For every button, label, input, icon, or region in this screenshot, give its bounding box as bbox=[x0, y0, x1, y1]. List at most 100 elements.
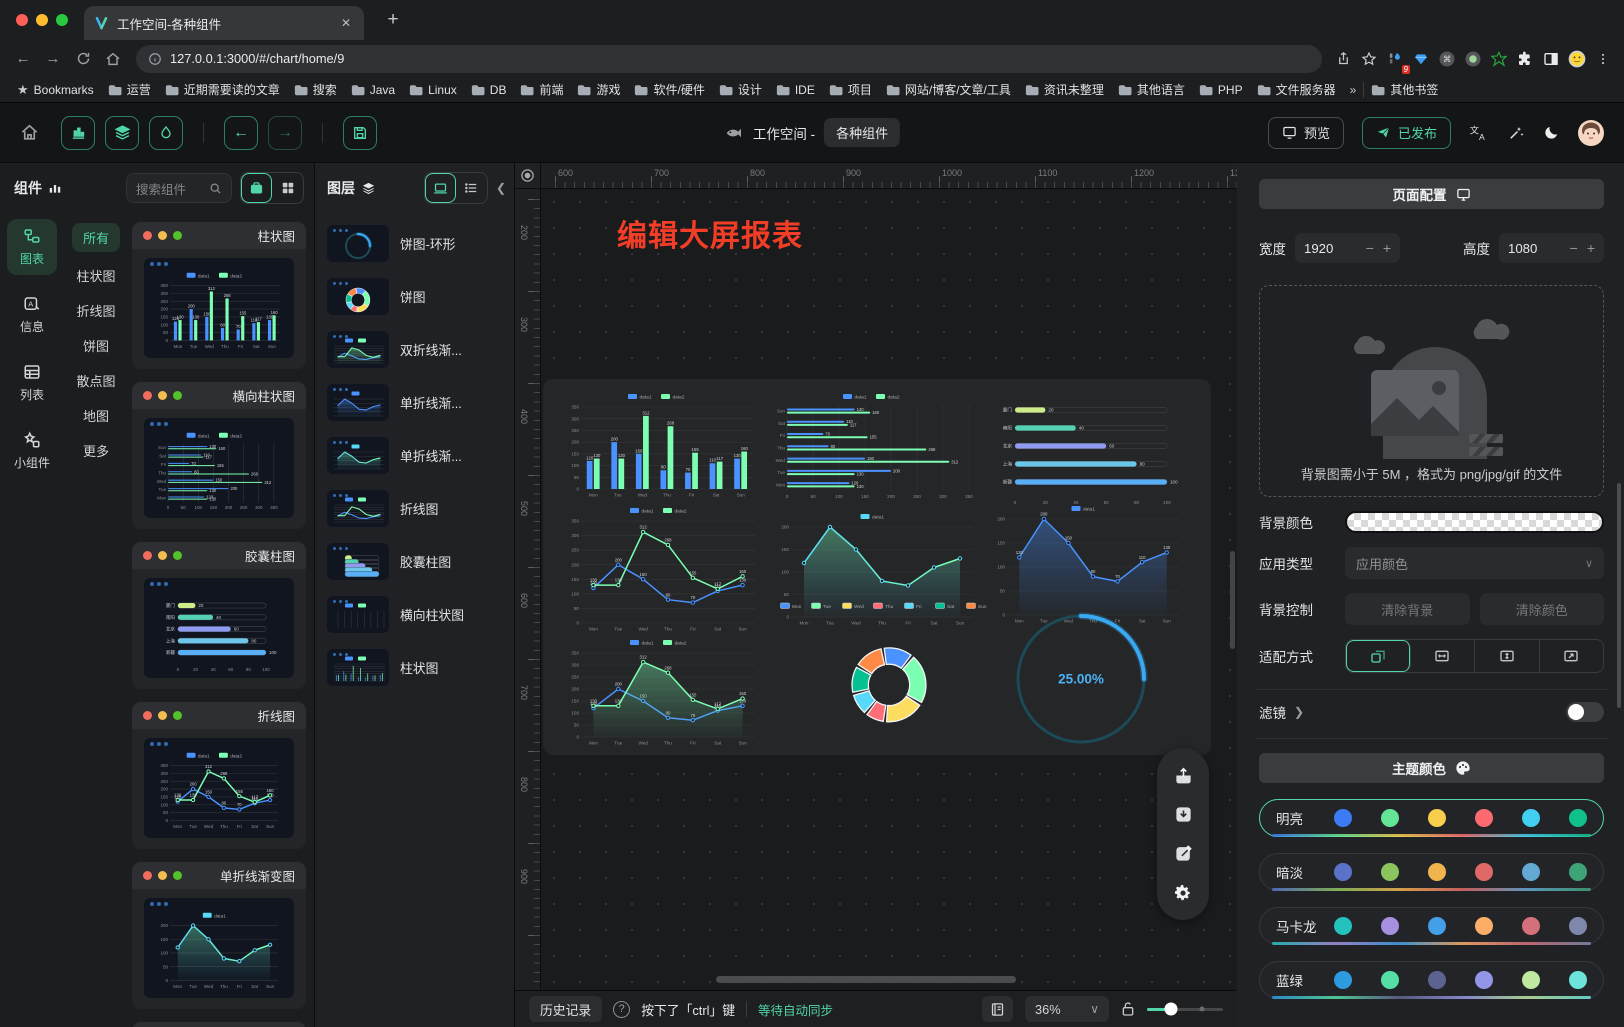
layer-item[interactable]: 双折线渐... bbox=[325, 331, 508, 368]
share-icon[interactable] bbox=[1330, 46, 1356, 72]
bookmarks-overflow[interactable]: » bbox=[1343, 81, 1364, 99]
help-icon[interactable]: ? bbox=[613, 1001, 630, 1018]
lock-icon[interactable] bbox=[1121, 1001, 1135, 1017]
vertical-scrollbar[interactable] bbox=[1230, 551, 1235, 649]
layer-thumbnail-view-toggle[interactable] bbox=[425, 173, 456, 203]
zoom-slider[interactable] bbox=[1147, 1008, 1223, 1011]
back-icon[interactable]: ← bbox=[8, 45, 38, 73]
component-card[interactable]: 单折线渐变图050100150200MonTueWedThuFriSatSund… bbox=[132, 862, 306, 1009]
width-stepper[interactable]: 1920 −+ bbox=[1295, 233, 1400, 263]
zoom-slider-knob[interactable] bbox=[1165, 1003, 1178, 1016]
width-minus-button[interactable]: − bbox=[1366, 240, 1374, 256]
maximize-window-button[interactable] bbox=[56, 14, 68, 26]
magic-wand-icon[interactable] bbox=[1507, 124, 1525, 142]
component-card[interactable]: 折线图0501001502002503003501202001508070110… bbox=[132, 702, 306, 849]
chevron-right-icon[interactable]: ❯ bbox=[1294, 705, 1304, 719]
sidebar-item-2[interactable]: A信息 bbox=[7, 287, 57, 343]
layer-item[interactable]: 横向柱状图 bbox=[325, 596, 508, 633]
chart-capsule[interactable]: 厦门20南阳40北京60上海80新疆100020406080100 bbox=[987, 391, 1189, 507]
canvas-content[interactable]: 编辑大屏报表 050100150200250300350120200150807… bbox=[541, 189, 1237, 1027]
app-type-select[interactable]: 应用颜色 ∨ bbox=[1345, 547, 1604, 579]
chart-horizontal-bar[interactable]: 0501001502002503003501301107080150200120… bbox=[769, 391, 983, 503]
bookmark-star-icon[interactable] bbox=[1356, 46, 1382, 72]
fit-scale-option[interactable] bbox=[1346, 640, 1411, 672]
extension-command-icon[interactable]: ⌘ bbox=[1434, 46, 1460, 72]
side-panel-icon[interactable] bbox=[1538, 46, 1564, 72]
collapse-panel-icon[interactable]: ❮ bbox=[496, 181, 506, 195]
bookmark-item[interactable]: 网站/博客/文章/工具 bbox=[879, 79, 1018, 100]
workspace-name-pill[interactable]: 各种组件 bbox=[824, 118, 900, 147]
filter-toggle[interactable] bbox=[1566, 702, 1604, 722]
bookmark-item[interactable]: IDE bbox=[769, 81, 822, 99]
settings-scrollbar[interactable] bbox=[1617, 483, 1621, 708]
clear-color-button[interactable]: 清除颜色 bbox=[1480, 593, 1605, 625]
category-item[interactable]: 地图 bbox=[83, 398, 109, 433]
extension-record-icon[interactable] bbox=[1460, 46, 1486, 72]
undo-button[interactable]: ← bbox=[224, 116, 258, 150]
sidebar-item-1[interactable]: 图表 bbox=[7, 219, 57, 275]
bookmark-item[interactable]: 软件/硬件 bbox=[627, 79, 711, 100]
bookmark-item[interactable]: 游戏 bbox=[570, 79, 627, 100]
import-icon[interactable] bbox=[1171, 802, 1195, 826]
layer-item[interactable]: 折线图 bbox=[325, 490, 508, 527]
search-input[interactable]: 搜索组件 bbox=[126, 173, 232, 203]
extension-gem-icon[interactable] bbox=[1408, 46, 1434, 72]
layer-item[interactable]: 胶囊柱图 bbox=[325, 543, 508, 580]
fit-width-option[interactable] bbox=[1411, 640, 1476, 672]
theme-tool-button[interactable] bbox=[149, 116, 183, 150]
bookmark-item[interactable]: 文件服务器 bbox=[1250, 79, 1343, 100]
bookmark-item[interactable]: 搜索 bbox=[287, 79, 344, 100]
bookmark-item[interactable]: 资讯未整理 bbox=[1018, 79, 1111, 100]
bookmark-item[interactable]: 近期需要读的文章 bbox=[158, 79, 287, 100]
url-bar[interactable]: 127.0.0.1:3000/#/chart/home/9 bbox=[136, 45, 1322, 73]
layer-item[interactable]: 单折线渐... bbox=[325, 437, 508, 474]
horizontal-scrollbar[interactable] bbox=[716, 976, 1016, 983]
clear-background-button[interactable]: 清除背景 bbox=[1345, 593, 1470, 625]
redo-button[interactable]: → bbox=[268, 116, 302, 150]
zoom-select[interactable]: 36% ∨ bbox=[1025, 996, 1109, 1022]
browser-tab[interactable]: 工作空间-各种组件 ✕ bbox=[84, 6, 364, 40]
theme-row-明亮[interactable]: 明亮 bbox=[1259, 799, 1604, 837]
publish-button[interactable]: 已发布 bbox=[1362, 117, 1451, 149]
category-item[interactable]: 柱状图 bbox=[76, 258, 115, 293]
component-card[interactable]: 胶囊柱图厦门20南阳40北京60上海80新疆100020406080100 bbox=[132, 542, 306, 689]
app-home-icon[interactable] bbox=[20, 123, 39, 142]
layers-tool-button[interactable] bbox=[105, 116, 139, 150]
bookmarks-root[interactable]: ★ Bookmarks bbox=[10, 80, 101, 100]
canvas-text-element[interactable]: 编辑大屏报表 bbox=[617, 211, 803, 255]
bookmark-item[interactable]: 运营 bbox=[101, 79, 158, 100]
layer-item[interactable]: 饼图-环形 bbox=[325, 225, 508, 262]
grid-view-toggle[interactable] bbox=[272, 173, 303, 203]
edit-icon[interactable] bbox=[1171, 842, 1195, 866]
close-window-button[interactable] bbox=[16, 14, 28, 26]
height-minus-button[interactable]: − bbox=[1570, 240, 1578, 256]
category-item[interactable]: 更多 bbox=[83, 433, 109, 468]
fit-stretch-option[interactable] bbox=[1540, 640, 1604, 672]
layer-item[interactable]: 饼图 bbox=[325, 278, 508, 315]
preview-button[interactable]: 预览 bbox=[1268, 117, 1344, 149]
layer-item[interactable]: 柱状图 bbox=[325, 649, 508, 686]
dark-mode-moon-icon[interactable] bbox=[1543, 124, 1560, 141]
save-button[interactable] bbox=[343, 116, 377, 150]
history-button[interactable]: 历史记录 bbox=[529, 996, 602, 1022]
chart-bar[interactable]: 0501001502002503003501202001508070110130… bbox=[561, 391, 761, 503]
notes-panel-icon[interactable] bbox=[982, 996, 1013, 1022]
profile-avatar[interactable] bbox=[1564, 46, 1590, 72]
single-view-toggle[interactable] bbox=[241, 173, 272, 203]
new-tab-button[interactable]: + bbox=[380, 9, 406, 31]
extension-pin-icon[interactable]: 9 bbox=[1382, 46, 1408, 72]
export-icon[interactable] bbox=[1171, 763, 1195, 787]
charts-tool-button[interactable] bbox=[61, 116, 95, 150]
home-icon[interactable] bbox=[98, 45, 128, 73]
chart-pie-donut[interactable]: MonTueWedThuFriSatSun bbox=[739, 599, 1039, 751]
theme-row-暗淡[interactable]: 暗淡 bbox=[1259, 853, 1604, 891]
layer-list-view-toggle[interactable] bbox=[456, 173, 487, 203]
bookmark-item[interactable]: DB bbox=[464, 81, 514, 99]
extension-star-icon[interactable] bbox=[1486, 46, 1512, 72]
settings-gear-icon[interactable] bbox=[1171, 881, 1195, 905]
bookmark-item[interactable]: 其他语言 bbox=[1111, 79, 1192, 100]
component-card[interactable]: 单折线渐变面积图0501001502001202001508070110130M… bbox=[132, 1022, 306, 1027]
background-upload-dropzone[interactable]: 背景图需小于 5M ，格式为 png/jpg/gif 的文件 bbox=[1259, 285, 1604, 497]
other-bookmarks[interactable]: 其他书签 bbox=[1364, 79, 1445, 100]
layer-item[interactable]: 单折线渐... bbox=[325, 384, 508, 421]
